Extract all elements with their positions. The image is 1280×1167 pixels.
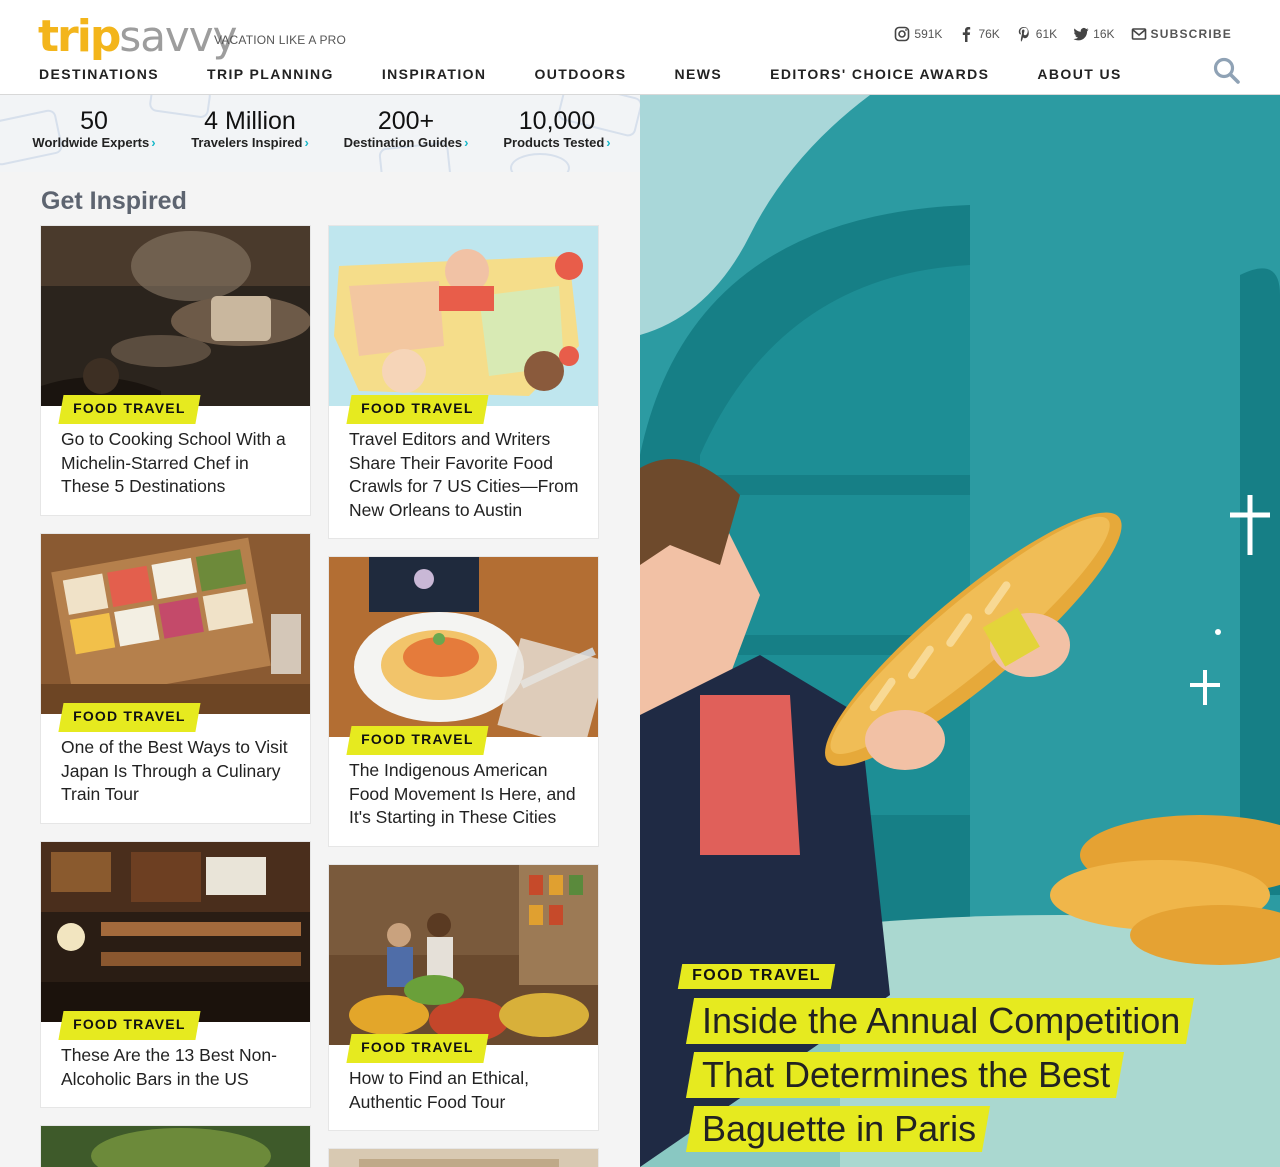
article-card[interactable]: FOOD TRAVEL The Indigenous American Food… — [328, 556, 599, 847]
article-title: Go to Cooking School With a Michelin-Sta… — [61, 429, 286, 496]
nav-outdoors[interactable]: OUTDOORS — [534, 66, 626, 82]
chevron-right-icon: › — [464, 135, 469, 150]
category-tag[interactable]: FOOD TRAVEL — [58, 1011, 201, 1040]
pinterest-count: 61K — [1035, 27, 1058, 41]
hero-title-line: Inside the Annual Competition — [685, 998, 1195, 1044]
nav-news[interactable]: NEWS — [675, 66, 723, 82]
search-button[interactable] — [1212, 56, 1242, 86]
article-card[interactable] — [328, 1148, 599, 1167]
chevron-right-icon: › — [304, 135, 309, 150]
hero-title[interactable]: Inside the Annual Competition That Deter… — [685, 998, 1230, 1160]
chevron-right-icon: › — [151, 135, 156, 150]
stat-travelers[interactable]: 4 Million Travelers Inspired › — [188, 107, 312, 150]
subscribe-label: SUBSCRIBE — [1150, 27, 1232, 41]
stat-number: 200+ — [377, 107, 435, 135]
article-image-partial — [329, 1149, 598, 1167]
stat-guides[interactable]: 200+ Destination Guides › — [340, 107, 472, 150]
article-title: The Indigenous American Food Movement Is… — [349, 760, 576, 827]
hero-category-tag[interactable]: FOOD TRAVEL — [677, 964, 836, 989]
nav-about-us[interactable]: ABOUT US — [1037, 66, 1121, 82]
facebook-count: 76K — [978, 27, 1000, 41]
facebook-link[interactable]: 76K — [958, 26, 1000, 42]
main-nav: DESTINATIONS TRIP PLANNING INSPIRATION O… — [39, 66, 1170, 82]
article-image-bento — [41, 534, 310, 714]
article-image-dish — [329, 557, 598, 737]
section-title: Get Inspired — [41, 187, 187, 215]
category-tag[interactable]: FOOD TRAVEL — [346, 395, 489, 424]
site-tagline: VACATION LIKE A PRO — [214, 33, 347, 47]
article-image-market — [329, 865, 598, 1045]
stat-label: Destination Guides — [343, 135, 463, 150]
stat-experts[interactable]: 50 Worldwide Experts › — [28, 107, 160, 150]
hero-title-line: Baguette in Paris — [685, 1106, 991, 1152]
article-image-partial — [41, 1126, 310, 1167]
twitter-icon — [1073, 28, 1089, 41]
nav-inspiration[interactable]: INSPIRATION — [382, 66, 487, 82]
twitter-count: 16K — [1093, 27, 1115, 41]
category-tag[interactable]: FOOD TRAVEL — [58, 703, 201, 732]
article-card[interactable] — [40, 1125, 311, 1167]
article-card[interactable]: FOOD TRAVEL Go to Cooking School With a … — [40, 225, 311, 516]
article-image-cooking — [41, 226, 310, 406]
search-icon — [1213, 57, 1240, 84]
site-logo[interactable]: trip savvy — [38, 11, 238, 62]
logo-trip: trip — [38, 11, 121, 62]
article-card[interactable]: FOOD TRAVEL How to Find an Ethical, Auth… — [328, 864, 599, 1131]
stats-band: 50 Worldwide Experts › 4 Million Traveler… — [0, 95, 640, 172]
category-tag[interactable]: FOOD TRAVEL — [58, 395, 201, 424]
chevron-right-icon: › — [606, 135, 611, 150]
instagram-link[interactable]: 591K — [894, 26, 942, 42]
nav-destinations[interactable]: DESTINATIONS — [39, 66, 159, 82]
article-title: These Are the 13 Best Non-Alcoholic Bars… — [61, 1045, 277, 1089]
nav-editors-choice-awards[interactable]: EDITORS' CHOICE AWARDS — [770, 66, 989, 82]
subscribe-link[interactable]: SUBSCRIBE — [1131, 26, 1232, 42]
instagram-count: 591K — [914, 27, 943, 41]
category-tag[interactable]: FOOD TRAVEL — [346, 726, 489, 755]
hero-title-line: That Determines the Best — [685, 1052, 1125, 1098]
instagram-icon — [895, 26, 910, 42]
pinterest-icon — [1018, 27, 1029, 42]
article-image-bar — [41, 842, 310, 1022]
pinterest-link[interactable]: 61K — [1016, 26, 1057, 42]
category-tag[interactable]: FOOD TRAVEL — [346, 1034, 489, 1063]
facebook-icon — [963, 27, 971, 42]
article-title: One of the Best Ways to Visit Japan Is T… — [61, 737, 288, 804]
twitter-link[interactable]: 16K — [1073, 26, 1115, 42]
stat-number: 4 Million — [204, 107, 296, 135]
get-inspired-section: Get Inspired FOOD TRAVEL Go to Cooking S… — [0, 172, 640, 1167]
stat-label: Products Tested — [503, 135, 605, 150]
stat-products[interactable]: 10,000 Products Tested › — [500, 107, 614, 150]
stat-label: Travelers Inspired — [191, 135, 303, 150]
article-image-food-map — [329, 226, 598, 406]
stamp-decoration — [510, 153, 570, 172]
article-card[interactable]: FOOD TRAVEL Travel Editors and Writers S… — [328, 225, 599, 539]
mail-icon — [1131, 28, 1146, 40]
social-links: 591K 76K 61K 16K SUBSCRIBE — [894, 26, 1232, 42]
article-card[interactable]: FOOD TRAVEL One of the Best Ways to Visi… — [40, 533, 311, 824]
site-header: trip savvy VACATION LIKE A PRO 591K 76K 6… — [0, 0, 1280, 95]
nav-trip-planning[interactable]: TRIP PLANNING — [207, 66, 334, 82]
stat-number: 10,000 — [518, 107, 596, 135]
article-title: Travel Editors and Writers Share Their F… — [349, 429, 579, 520]
stat-number: 50 — [80, 107, 108, 135]
stat-label: Worldwide Experts — [32, 135, 150, 150]
article-card[interactable]: FOOD TRAVEL These Are the 13 Best Non-Al… — [40, 841, 311, 1108]
article-title: How to Find an Ethical, Authentic Food T… — [349, 1068, 529, 1112]
